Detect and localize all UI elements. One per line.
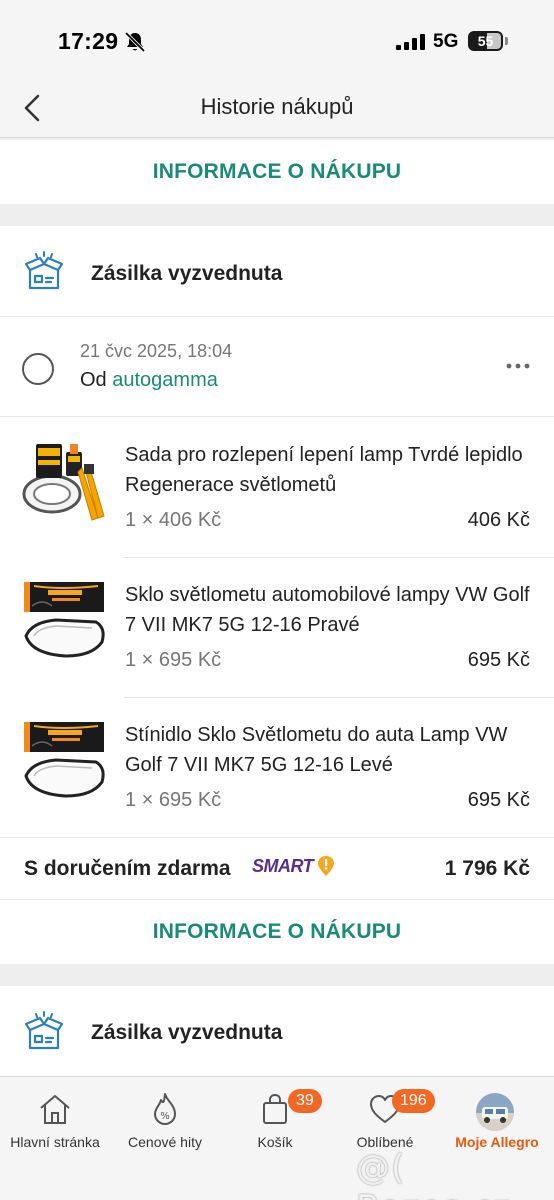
item-name: Sada pro rozlepení lepení lamp Tvrdé lep… bbox=[125, 444, 523, 496]
item-quantity-price: 1 × 695 Kč bbox=[125, 789, 222, 811]
item-total-price: 695 Kč bbox=[467, 789, 530, 811]
smart-pin-icon bbox=[318, 856, 334, 876]
home-icon bbox=[40, 1095, 70, 1124]
item-quantity-price: 1 × 406 Kč bbox=[125, 509, 222, 531]
order-total: 1 796 Kč bbox=[444, 857, 530, 880]
delivery-label: S doručením zdarma bbox=[24, 857, 231, 880]
flame-percent-icon: % bbox=[154, 1093, 176, 1125]
package-icon bbox=[24, 1011, 64, 1050]
watermark-text: @( Bazos.cz bbox=[356, 1148, 511, 1200]
nav-cart-label: Košík bbox=[257, 1134, 293, 1150]
nav-my-allegro[interactable]: Moje Allegro bbox=[442, 1077, 552, 1157]
shipment-status: Zásilka vyzvednuta bbox=[91, 262, 283, 285]
order-item[interactable]: Stínidlo Sklo Světlometu do auta Lamp VW… bbox=[0, 698, 554, 838]
favorites-badge: 196 bbox=[392, 1089, 435, 1113]
battery-icon: 55 bbox=[468, 31, 508, 51]
page-title: Historie nákupů bbox=[200, 94, 354, 119]
avatar bbox=[476, 1093, 514, 1131]
order-select-radio[interactable] bbox=[22, 353, 54, 385]
item-name: Stínidlo Sklo Světlometu do auta Lamp VW… bbox=[125, 724, 508, 776]
battery-level: 55 bbox=[477, 33, 494, 49]
product-image-glue-kit bbox=[22, 438, 106, 522]
seller-prefix: Od bbox=[80, 369, 107, 391]
signal-icon bbox=[396, 34, 425, 50]
nav-price-hits[interactable]: % Cenové hity bbox=[110, 1077, 220, 1157]
order-item[interactable]: Sada pro rozlepení lepení lamp Tvrdé lep… bbox=[0, 418, 554, 558]
bell-muted-icon bbox=[124, 31, 146, 53]
order-item[interactable]: Sklo světlometu automobilové lampy VW Go… bbox=[0, 558, 554, 698]
page: 17:29 5G 55 Historie nákupů INFORMACE O … bbox=[0, 0, 554, 1200]
order-date: 21 čvc 2025, 18:04 bbox=[80, 341, 233, 361]
svg-text:%: % bbox=[160, 1111, 170, 1122]
nav-home-label: Hlavní stránka bbox=[10, 1134, 100, 1150]
order-seller-line: Od autogamma bbox=[80, 369, 218, 392]
seller-link[interactable]: autogamma bbox=[112, 369, 218, 391]
product-image-headlight-glass-left bbox=[22, 718, 106, 802]
divider bbox=[0, 316, 554, 317]
status-time: 17:29 bbox=[58, 28, 119, 54]
item-name: Sklo světlometu automobilové lampy VW Go… bbox=[125, 584, 530, 636]
nav-cart[interactable]: 39 Košík bbox=[220, 1077, 330, 1157]
item-total-price: 695 Kč bbox=[467, 649, 530, 671]
item-quantity-price: 1 × 695 Kč bbox=[125, 649, 222, 671]
purchase-info-link[interactable]: INFORMACE O NÁKUPU bbox=[0, 900, 554, 964]
item-total-price: 406 Kč bbox=[467, 509, 530, 531]
product-image-headlight-glass-right bbox=[22, 578, 106, 662]
order-summary-row: S doručením zdarma SMART 1 796 Kč bbox=[0, 838, 554, 900]
status-bar: 17:29 5G 55 bbox=[0, 0, 554, 78]
network-type: 5G bbox=[433, 31, 459, 52]
cart-badge: 39 bbox=[288, 1089, 322, 1113]
package-icon bbox=[24, 251, 64, 290]
nav-price-hits-label: Cenové hity bbox=[128, 1134, 202, 1150]
nav-home[interactable]: Hlavní stránka bbox=[0, 1077, 110, 1157]
nav-favorites[interactable]: 196 Oblíbené bbox=[330, 1077, 440, 1157]
more-options-icon[interactable] bbox=[504, 354, 534, 378]
shipment-status: Zásilka vyzvednuta bbox=[91, 1021, 283, 1044]
app-header: Historie nákupů bbox=[0, 78, 554, 138]
smart-logo: SMART bbox=[252, 856, 314, 876]
divider bbox=[0, 416, 554, 417]
purchase-info-link-top[interactable]: INFORMACE O NÁKUPU bbox=[0, 140, 554, 204]
